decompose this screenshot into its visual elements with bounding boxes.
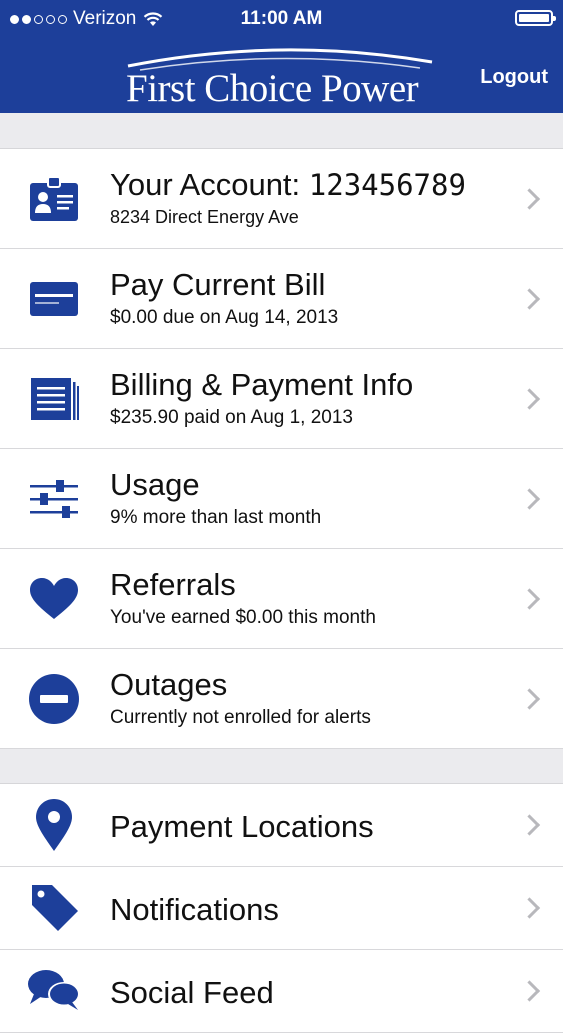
menu-item-subtitle: Currently not enrolled for alerts: [110, 707, 371, 728]
chevron-right-icon: [518, 187, 541, 210]
logout-button[interactable]: Logout: [480, 66, 548, 89]
chevron-right-icon: [518, 897, 541, 919]
app-header: Verizon 11:00 AM First Choice Power Logo…: [0, 0, 563, 113]
menu-item-subtitle: $0.00 due on Aug 14, 2013: [110, 307, 339, 328]
menu-item-usage[interactable]: Usage 9% more than last month: [0, 449, 563, 549]
menu-item-social-feed[interactable]: Social Feed: [0, 950, 563, 1033]
menu-item-title: Notifications: [110, 892, 279, 927]
menu-item-outages[interactable]: Outages Currently not enrolled for alert…: [0, 649, 563, 749]
menu-item-notifications[interactable]: Notifications: [0, 867, 563, 950]
menu-item-title: Social Feed: [110, 975, 274, 1010]
brand-name: First Choice Power: [126, 67, 419, 110]
brand-logo: First Choice Power: [120, 42, 440, 112]
account-address: 8234 Direct Energy Ave: [110, 207, 299, 227]
chevron-right-icon: [518, 487, 541, 510]
menu-item-billing-info[interactable]: Billing & Payment Info $235.90 paid on A…: [0, 349, 563, 449]
chat-bubbles-icon: [26, 963, 82, 1019]
menu-item-account[interactable]: Your Account: 123456789 8234 Direct Ener…: [0, 149, 563, 249]
menu-item-title: Outages: [110, 667, 228, 702]
menu-item-subtitle: $235.90 paid on Aug 1, 2013: [110, 407, 354, 428]
chevron-right-icon: [518, 687, 541, 710]
account-title-label: Your Account:: [110, 167, 309, 202]
clock: 11:00 AM: [240, 8, 323, 29]
menu-item-pay-bill[interactable]: Pay Current Bill $0.00 due on Aug 14, 20…: [0, 249, 563, 349]
chevron-right-icon: [518, 287, 541, 310]
chevron-right-icon: [518, 387, 541, 410]
menu-item-title: Billing & Payment Info: [110, 367, 414, 402]
heart-icon: [26, 571, 82, 627]
menu-item-title: Pay Current Bill: [110, 267, 326, 302]
battery-icon: [515, 10, 556, 26]
chevron-right-icon: [518, 587, 541, 610]
document-icon: [26, 371, 82, 427]
menu-item-title: Referrals: [110, 567, 236, 602]
tag-icon: [26, 880, 82, 936]
account-card-icon: [26, 171, 82, 227]
menu-item-referrals[interactable]: Referrals You've earned $0.00 this month: [0, 549, 563, 649]
menu-item-subtitle: You've earned $0.00 this month: [110, 607, 376, 628]
map-pin-icon: [26, 797, 82, 853]
account-menu: Your Account: 123456789 8234 Direct Ener…: [0, 148, 563, 749]
menu-item-payment-locations[interactable]: Payment Locations: [0, 784, 563, 867]
chevron-right-icon: [518, 980, 541, 1002]
minus-circle-icon: [26, 671, 82, 727]
menu-item-title: Your Account: 123456789: [110, 167, 466, 203]
menu-item-title: Payment Locations: [110, 809, 374, 844]
secondary-menu: Payment Locations Notifications Social F…: [0, 783, 563, 1033]
chevron-right-icon: [518, 814, 541, 836]
account-number: 123456789: [308, 168, 466, 202]
menu-item-title: Usage: [110, 467, 200, 502]
menu-item-subtitle: 9% more than last month: [110, 507, 322, 528]
status-bar: Verizon 11:00 AM: [0, 6, 563, 32]
credit-card-icon: [26, 271, 82, 327]
sliders-icon: [26, 471, 82, 527]
